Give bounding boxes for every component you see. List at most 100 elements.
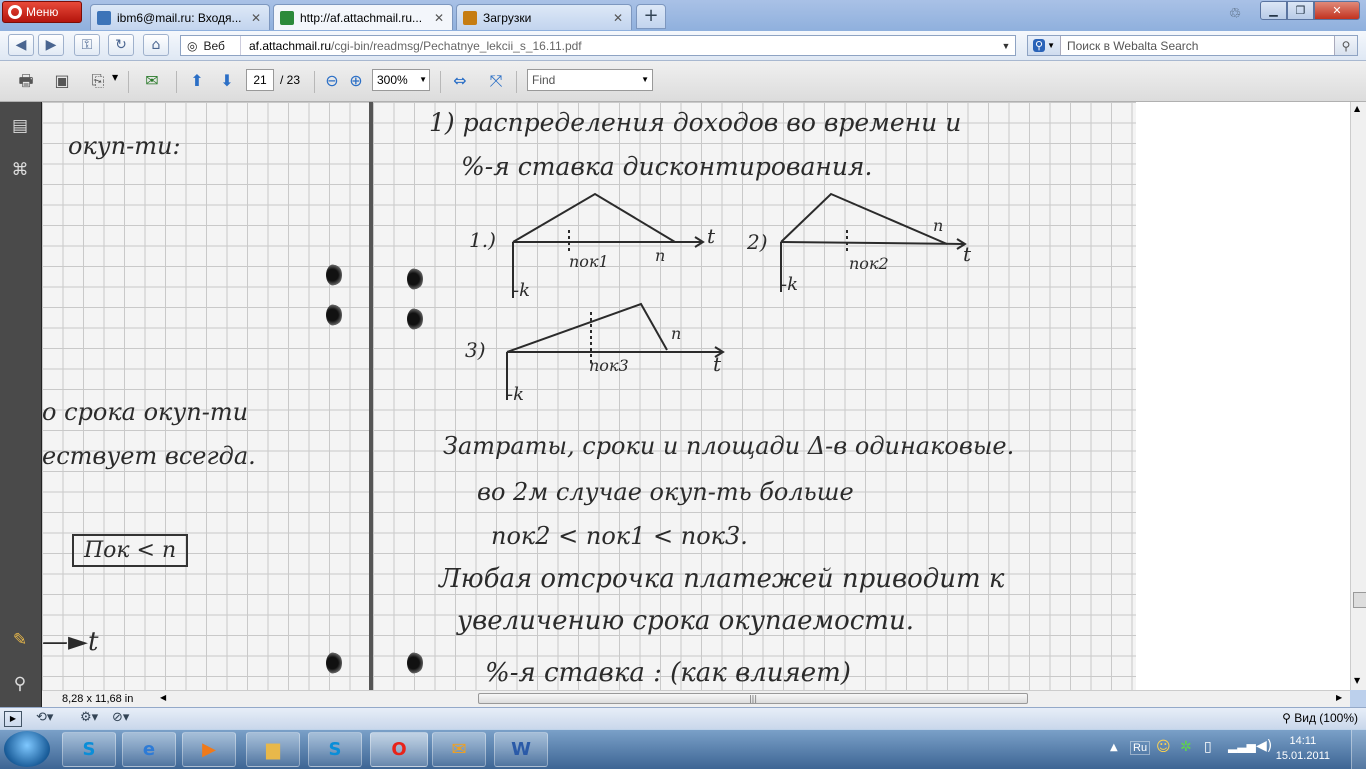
find-input[interactable]: Find ▼ [527, 69, 653, 91]
taskbar-media-player[interactable]: ▶ [182, 732, 236, 767]
search-input[interactable] [1061, 37, 1334, 54]
notebook-page-right: 1) распределения доходов во времени и %-… [373, 102, 1136, 690]
page-number-field[interactable]: 21 [246, 69, 274, 91]
address-dropdown-icon[interactable]: ▼ [997, 41, 1015, 51]
search-box: ⚲▼ ⚲ [1027, 35, 1358, 56]
volume-icon[interactable]: ◀) [1256, 738, 1272, 754]
scroll-left-icon[interactable]: ◀ [160, 693, 166, 702]
opera-menu-button[interactable]: Меню [2, 1, 82, 23]
diagram-label: n [655, 246, 666, 265]
scroll-down-icon[interactable]: ▼ [1354, 676, 1360, 685]
chevron-down-icon[interactable]: ▼ [112, 73, 118, 82]
unite-icon[interactable]: ⚙▾ [80, 710, 98, 725]
comments-icon[interactable]: ✎ [8, 628, 32, 652]
taskbar-file-explorer[interactable]: ▆ [246, 732, 300, 767]
start-button[interactable] [4, 731, 50, 767]
zoom-value: 300% [377, 73, 408, 87]
key-icon[interactable]: ⚿ [74, 34, 100, 56]
next-page-icon[interactable]: ⬇ [215, 69, 239, 93]
diagram-label: t [713, 352, 722, 376]
attachment-icon[interactable]: ⚲ [8, 672, 32, 696]
search-icon[interactable]: ⚲ [1334, 36, 1357, 55]
home-button[interactable]: ⌂ [143, 34, 169, 56]
forward-button[interactable]: ▶ [38, 34, 64, 56]
taskbar-word[interactable]: W [494, 732, 548, 767]
notebook-page-left: окуп-ти: о срока окуп-ти ествует всегда.… [42, 102, 369, 690]
taskbar-skype-alt[interactable]: S [308, 732, 362, 767]
web-indicator[interactable]: ◎ Веб [181, 36, 241, 55]
close-tab-icon[interactable]: ✕ [249, 11, 263, 25]
taskbar-mail-agent[interactable]: ✉ [432, 732, 486, 767]
tray-app-icon[interactable]: ☺ [1156, 739, 1171, 755]
zoom-in-icon[interactable]: ⊕ [344, 69, 368, 93]
pdf-document-view: окуп-ти: о срока окуп-ти ествует всегда.… [42, 102, 1350, 690]
diagram-label: -k [507, 384, 524, 405]
clock[interactable]: 14:11 15.01.2011 [1276, 734, 1330, 764]
pages-icon[interactable]: ▤ [8, 114, 32, 138]
zoom-indicator[interactable]: ⚲ Вид (100%) [1282, 711, 1358, 725]
address-toolbar: ◀ ▶ ⚿ ↻ ⌂ ◎ Веб af.attachmail.ru/cgi-bin… [0, 31, 1366, 61]
diagram-label: 3) [465, 338, 486, 362]
back-button[interactable]: ◀ [8, 34, 34, 56]
tab-pdf[interactable]: http://af.attachmail.ru... ✕ [273, 4, 453, 30]
handwritten-text: Любая отсрочка платежей приводит к [439, 564, 1005, 594]
maximize-button[interactable]: ❐ [1287, 1, 1314, 20]
turbo-icon[interactable]: ⊘▾ [112, 710, 129, 725]
network-icon[interactable]: ▂▃▅ [1228, 739, 1256, 753]
diagram-label: -k [513, 280, 530, 301]
address-field[interactable]: ◎ Веб af.attachmail.ru/cgi-bin/readmsg/P… [180, 35, 1016, 56]
binder-ring [326, 264, 342, 286]
taskbar-opera[interactable]: O [370, 732, 428, 767]
taskbar-internet-explorer[interactable]: e [122, 732, 176, 767]
zoom-select[interactable]: 300% ▼ [372, 69, 430, 91]
pdf-toolbar: 🖶 ▣ ⎘ ▼ ✉ ⬆ ⬇ 21 / 23 ⊖ ⊕ 300% ▼ ⇔ ⤧ Find… [0, 61, 1366, 102]
horizontal-scroll-thumb[interactable]: ||| [478, 693, 1028, 704]
diagram-label: t [707, 224, 716, 248]
separator [440, 71, 441, 93]
page-size-label: 8,28 x 11,68 in [62, 693, 134, 705]
close-tab-icon[interactable]: ✕ [611, 11, 625, 25]
page-favicon-icon [280, 10, 294, 25]
zoom-out-icon[interactable]: ⊖ [320, 69, 344, 93]
tab-downloads[interactable]: Загрузки ✕ [456, 4, 632, 30]
diagram-label: n [933, 216, 944, 235]
scroll-up-icon[interactable]: ▲ [1354, 104, 1360, 113]
language-indicator[interactable]: Ru [1130, 741, 1151, 755]
share-icon[interactable]: ⎘ [86, 69, 110, 93]
reload-button[interactable]: ↻ [108, 34, 134, 56]
browser-status-bar: ▶ ⟲▾ ⚙▾ ⊘▾ ⚲ Вид (100%) [0, 707, 1366, 730]
minimize-button[interactable]: ▁ [1260, 1, 1287, 20]
collaborate-icon[interactable]: ✉ [140, 69, 164, 93]
save-icon[interactable]: ▣ [50, 69, 74, 93]
panel-toggle-icon[interactable]: ▶ [4, 711, 22, 727]
search-engine-selector[interactable]: ⚲ ▼ [1028, 36, 1061, 55]
new-tab-button[interactable]: + [636, 4, 666, 29]
handwritten-text: во 2м случае окуп-ть больше [477, 478, 854, 506]
print-icon[interactable]: 🖶 [14, 69, 38, 93]
close-tab-icon[interactable]: ✕ [432, 11, 446, 25]
vertical-scroll-thumb[interactable] [1353, 592, 1366, 608]
sync-icon[interactable]: ⟲▾ [36, 710, 53, 725]
tab-mail[interactable]: ibm6@mail.ru: Входя... ✕ [90, 4, 270, 30]
separator [314, 71, 315, 93]
horizontal-scrollbar[interactable]: 8,28 x 11,68 in ◀ ||| ▶ [42, 690, 1350, 707]
tray-device-icon[interactable]: ▯ [1204, 739, 1212, 755]
tray-icq-icon[interactable]: ✲ [1180, 739, 1192, 755]
show-desktop-button[interactable] [1351, 730, 1366, 769]
chevron-down-icon: ▼ [1047, 41, 1055, 50]
tab-label: ibm6@mail.ru: Входя... [117, 10, 242, 25]
binoculars-icon[interactable]: ⌘ [8, 158, 32, 182]
search-engine-icon: ⚲ [1033, 39, 1046, 52]
vertical-scrollbar[interactable]: ▲ ▼ [1350, 102, 1366, 690]
trash-icon[interactable]: ♲ [1226, 6, 1244, 24]
fit-page-icon[interactable]: ⤧ [484, 69, 508, 93]
diagram-label: 2) [747, 230, 768, 254]
clock-time: 14:11 [1289, 735, 1317, 747]
previous-page-icon[interactable]: ⬆ [185, 69, 209, 93]
handwritten-diagrams [506, 192, 967, 400]
close-window-button[interactable]: ✕ [1314, 1, 1360, 20]
scroll-right-icon[interactable]: ▶ [1336, 693, 1342, 702]
fit-width-icon[interactable]: ⇔ [448, 69, 472, 93]
tray-expand-icon[interactable]: ▲ [1110, 742, 1118, 753]
taskbar-skype[interactable]: S [62, 732, 116, 767]
